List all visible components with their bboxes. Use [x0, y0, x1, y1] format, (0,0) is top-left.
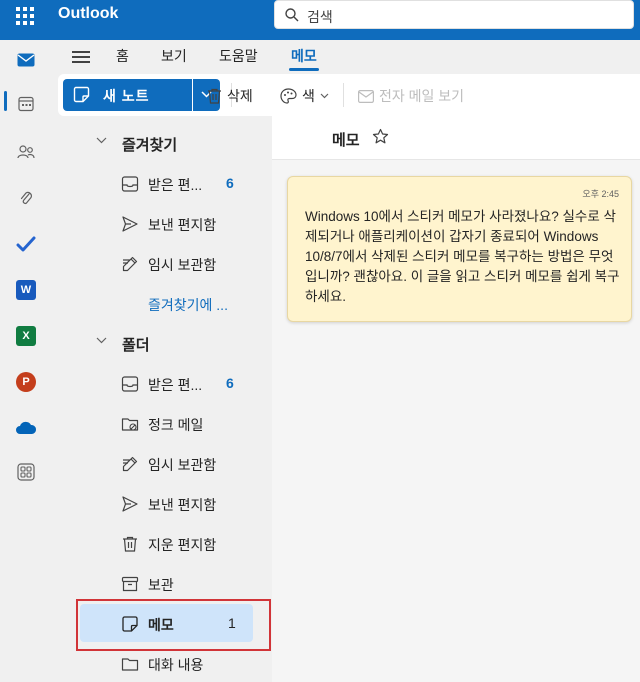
unread-count: 6	[226, 175, 234, 191]
app-name[interactable]: Outlook	[58, 5, 118, 23]
rail-active-indicator	[4, 91, 7, 111]
folder-label: 임시 보관함	[148, 457, 217, 473]
menu-icon[interactable]	[72, 51, 90, 63]
add-to-favorites[interactable]: 즐겨찾기에 ...	[52, 284, 272, 324]
active-tab-indicator	[289, 68, 319, 71]
app-launcher-icon[interactable]	[16, 7, 34, 25]
favorite-drafts[interactable]: 임시 보관함	[52, 244, 272, 284]
ribbon-divider	[343, 83, 344, 107]
folder-label: 정크 메일	[148, 417, 204, 433]
draft-icon	[122, 256, 138, 272]
delete-label: 삭제	[227, 88, 253, 104]
folder-label: 보낸 편지함	[148, 217, 217, 233]
view-email-label: 전자 메일 보기	[379, 88, 465, 104]
folder-pane: 즐겨찾기 받은 편... 6 보낸 편지함 임시 보관함 즐겨찾기에 ... 폴…	[52, 116, 272, 682]
unread-count: 6	[226, 375, 234, 391]
folder-label: 받은 편...	[148, 377, 203, 393]
new-note-icon	[73, 86, 90, 103]
chevron-down-icon	[96, 337, 107, 344]
folder-label: 대화 내용	[148, 657, 204, 673]
attachment-icon[interactable]	[10, 182, 42, 214]
star-icon[interactable]	[372, 128, 389, 145]
folders-section-header[interactable]: 폴더	[52, 324, 272, 364]
send-icon	[122, 216, 138, 232]
notes-pane: 메모 오후 2:45 Windows 10에서 스티커 메모가 사라졌나요? 실…	[272, 116, 640, 682]
send-icon	[122, 496, 138, 512]
todo-icon[interactable]	[10, 228, 42, 260]
tab-home[interactable]: 홈	[116, 46, 129, 66]
archive-icon	[121, 576, 139, 592]
folder-junk[interactable]: 정크 메일	[52, 404, 272, 444]
view-email-button[interactable]: 전자 메일 보기	[358, 86, 464, 106]
favorites-section-header[interactable]: 즐겨찾기	[52, 124, 272, 164]
new-note-button[interactable]: 새 노트	[63, 79, 192, 111]
chevron-down-icon	[320, 93, 329, 99]
tab-help[interactable]: 도움말	[219, 46, 258, 66]
inbox-icon	[121, 376, 139, 392]
folder-label: 받은 편...	[148, 177, 203, 193]
powerpoint-icon[interactable]: P	[10, 366, 42, 398]
trash-icon	[208, 88, 221, 104]
mail-icon	[358, 89, 374, 103]
favorite-sent[interactable]: 보낸 편지함	[52, 204, 272, 244]
folder-label: 보낸 편지함	[148, 497, 217, 513]
folders-title: 폴더	[122, 337, 150, 354]
junk-icon	[121, 418, 139, 431]
page-title: 메모	[332, 132, 360, 149]
folder-deleted[interactable]: 지운 편지함	[52, 524, 272, 564]
favorite-inbox[interactable]: 받은 편... 6	[52, 164, 272, 204]
search-placeholder: 검색	[307, 9, 333, 25]
new-note-label: 새 노트	[103, 88, 150, 104]
folder-inbox[interactable]: 받은 편... 6	[52, 364, 272, 404]
app-rail: W X P	[0, 40, 52, 682]
mail-icon[interactable]	[10, 44, 42, 76]
folder-label: 지운 편지함	[148, 537, 217, 553]
ribbon-toolbar: 새 노트 삭제 색 전자 메일 보기	[58, 74, 640, 116]
color-button[interactable]: 색	[280, 86, 329, 106]
folder-label: 임시 보관함	[148, 257, 217, 273]
folder-label: 메모	[148, 617, 174, 633]
folder-label: 보관	[148, 577, 174, 593]
calendar-icon[interactable]	[10, 88, 42, 120]
search-icon	[285, 8, 299, 22]
note-text: Windows 10에서 스티커 메모가 사라졌나요? 실수로 삭제되거나 애플…	[305, 209, 620, 304]
chevron-down-icon	[96, 137, 107, 144]
word-icon[interactable]: W	[10, 274, 42, 306]
search-box[interactable]: 검색	[274, 0, 634, 29]
tab-view[interactable]: 보기	[161, 46, 187, 66]
folder-conversation-history[interactable]: 대화 내용	[52, 644, 272, 682]
excel-icon[interactable]: X	[10, 320, 42, 352]
nav-tabs: 홈 보기 도움말 메모	[52, 40, 640, 74]
item-count: 1	[228, 615, 236, 631]
color-label: 색	[302, 88, 315, 104]
folder-drafts[interactable]: 임시 보관함	[52, 444, 272, 484]
more-apps-icon[interactable]	[10, 456, 42, 488]
people-icon[interactable]	[10, 136, 42, 168]
trash-icon	[123, 536, 137, 552]
top-bar: Outlook 검색	[0, 0, 640, 40]
draft-icon	[122, 456, 138, 472]
note-timestamp: 오후 2:45	[582, 189, 619, 199]
sticky-note[interactable]: 오후 2:45 Windows 10에서 스티커 메모가 사라졌나요? 실수로 …	[287, 176, 632, 322]
delete-button[interactable]: 삭제	[207, 86, 253, 106]
onedrive-icon[interactable]	[10, 412, 42, 444]
favorites-title: 즐겨찾기	[122, 137, 178, 154]
folder-icon	[121, 658, 139, 671]
add-to-favorites-link[interactable]: 즐겨찾기에 ...	[148, 295, 228, 315]
tab-notes[interactable]: 메모	[291, 46, 317, 66]
notes-header: 메모	[272, 116, 640, 160]
inbox-icon	[121, 176, 139, 192]
palette-icon	[280, 88, 297, 104]
note-icon	[122, 616, 138, 632]
folder-sent[interactable]: 보낸 편지함	[52, 484, 272, 524]
